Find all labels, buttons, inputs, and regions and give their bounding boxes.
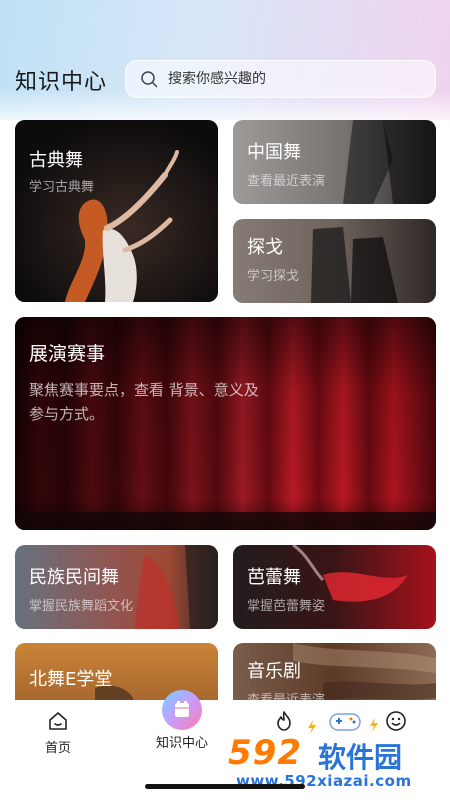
- card-subtitle: 掌握芭蕾舞姿: [247, 599, 326, 614]
- card-subtitle-line2: 参与方式。: [29, 405, 105, 423]
- tab-home[interactable]: 首页: [36, 710, 80, 756]
- card-title: 音乐剧: [247, 661, 301, 682]
- search-bar[interactable]: [125, 60, 436, 98]
- book-icon: [162, 690, 202, 730]
- search-icon: [141, 71, 158, 88]
- card-subtitle-line1: 聚焦赛事要点，查看 背景、意义及: [29, 381, 259, 399]
- smile-icon: [386, 711, 406, 731]
- card-subtitle: 学习古典舞: [29, 180, 95, 195]
- tab-profile[interactable]: [384, 710, 408, 736]
- page-title: 知识中心: [15, 70, 108, 95]
- card-classical-dance[interactable]: 古典舞 学习古典舞: [15, 120, 218, 302]
- card-title: 芭蕾舞: [247, 567, 301, 588]
- tab-label: 知识中心: [155, 736, 208, 751]
- card-title: 古典舞: [29, 150, 83, 171]
- tab-label: 首页: [44, 741, 71, 756]
- gamepad-icon: [329, 713, 361, 731]
- card-performances-competitions[interactable]: 展演赛事 聚焦赛事要点，查看 背景、意义及 参与方式。: [15, 317, 436, 530]
- lightning-icon: [308, 720, 316, 734]
- card-title: 北舞E学堂: [29, 669, 113, 690]
- card-ballet[interactable]: 芭蕾舞 掌握芭蕾舞姿: [233, 545, 436, 629]
- watermark-brand: 592: [228, 733, 302, 773]
- card-title: 民族民间舞: [29, 567, 119, 588]
- card-title: 中国舞: [247, 142, 301, 163]
- card-subtitle: 查看最近表演: [247, 174, 326, 189]
- home-indicator[interactable]: [145, 784, 305, 789]
- card-subtitle: 掌握民族舞蹈文化: [29, 599, 134, 614]
- card-subtitle: 学习探戈: [247, 269, 300, 284]
- watermark-brand-cn: 软件园: [318, 741, 403, 774]
- search-input[interactable]: [168, 71, 408, 87]
- card-title: 探戈: [247, 237, 283, 258]
- tango-image: [233, 219, 436, 303]
- flame-icon: [277, 711, 291, 731]
- card-chinese-dance[interactable]: 中国舞 查看最近表演: [233, 120, 436, 204]
- home-icon: [49, 712, 67, 730]
- tab-knowledge-center[interactable]: 知识中心: [146, 690, 218, 751]
- card-title: 展演赛事: [29, 343, 106, 365]
- card-folk-dance[interactable]: 民族民间舞 掌握民族舞蹈文化: [15, 545, 218, 629]
- card-tango[interactable]: 探戈 学习探戈: [233, 219, 436, 303]
- lightning-icon: [370, 718, 378, 732]
